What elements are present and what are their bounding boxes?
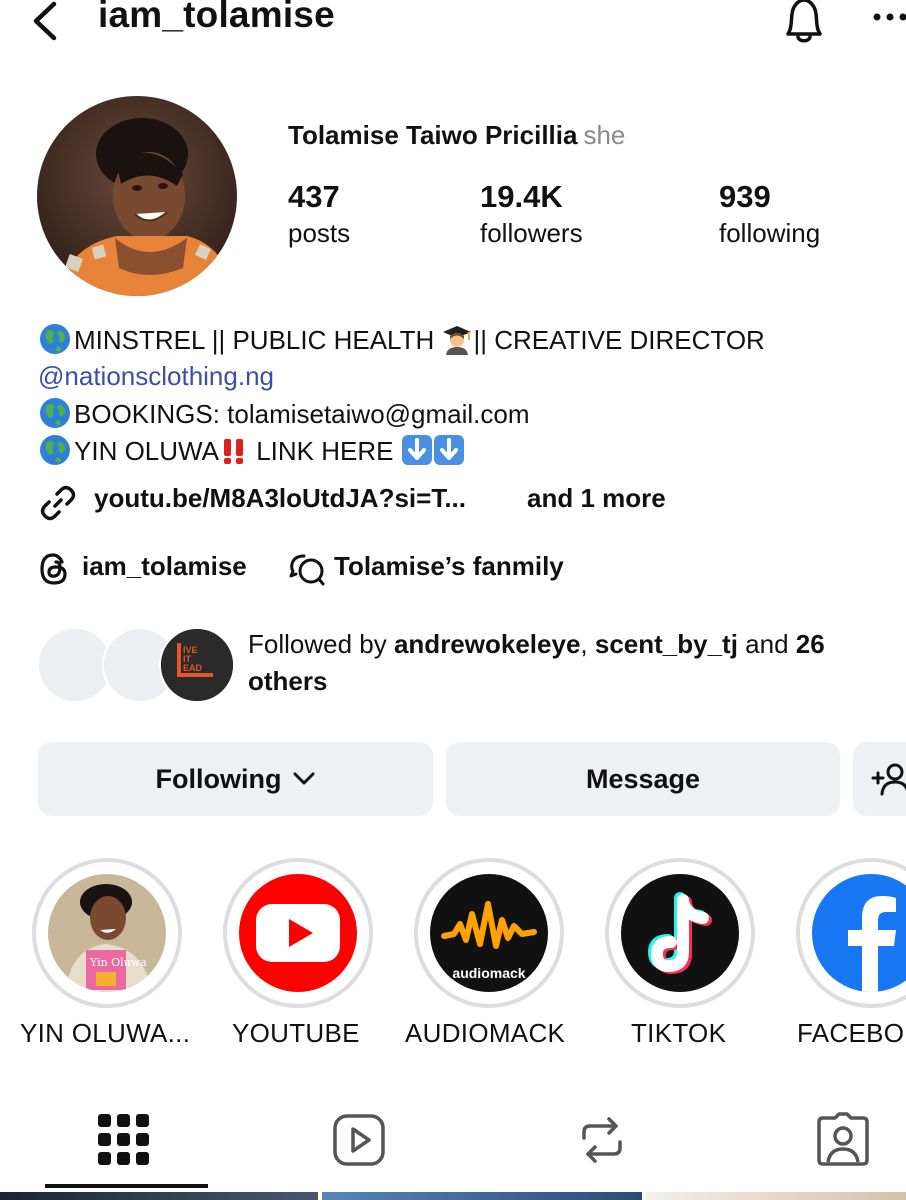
bio-mention-link[interactable]: @nationsclothing.ng (38, 359, 274, 393)
bio-line-3: BOOKINGS: tolamisetaiwo@gmail.com (38, 396, 530, 431)
facebook-icon (812, 874, 906, 992)
bio-line-3-text: BOOKINGS: tolamisetaiwo@gmail.com (74, 399, 530, 429)
highlight-youtube[interactable] (223, 858, 373, 1008)
profile-full-name: Tolamise Taiwo Pricillia she (288, 120, 625, 151)
bio-line-1: MINSTREL || PUBLIC HEALTH || CREATIVE DI… (38, 322, 765, 357)
stat-followers-value: 19.4K (480, 179, 563, 214)
bio-line-1-text-b: || CREATIVE DIRECTOR (473, 325, 765, 355)
threads-icon[interactable] (38, 552, 70, 586)
broadcast-channel-label[interactable]: Tolamise’s fanmily (334, 551, 564, 582)
highlight-audiomack[interactable]: audiomack (414, 858, 564, 1008)
down-arrow-icon (433, 434, 465, 466)
bio-line-4: YIN OLUWA LINK HERE (38, 433, 465, 468)
repost-icon (574, 1112, 630, 1168)
external-link-text[interactable]: youtu.be/M8A3loUtdJA?si=T... (94, 483, 466, 514)
threads-handle[interactable]: iam_tolamise (82, 551, 247, 582)
suggested-users-button[interactable] (853, 742, 906, 816)
bell-icon[interactable] (778, 0, 830, 44)
stat-posts-label: posts (288, 218, 351, 248)
graduate-emoji-icon (441, 323, 473, 355)
svg-text:Yin Oluwa: Yin Oluwa (89, 956, 147, 969)
down-arrow-icon (401, 434, 433, 466)
chevron-down-icon (293, 772, 315, 786)
stat-following-value: 939 (719, 179, 771, 214)
globe-icon (38, 396, 72, 430)
tiktok-icon (621, 874, 739, 992)
stat-following-label: following (719, 218, 821, 248)
bio-line-4-text-a: YIN OLUWA (74, 436, 219, 466)
followed-by-prefix: Followed by (248, 629, 394, 659)
highlight-label: YIN OLUWA... (20, 1018, 191, 1048)
stat-followers-label: followers (480, 218, 583, 248)
more-options-icon[interactable] (872, 10, 906, 24)
mutual-follower-avatar[interactable]: IVE IT EAD (159, 627, 235, 703)
full-name-text: Tolamise Taiwo Pricillia (288, 120, 578, 150)
highlight-yin-oluwa[interactable]: Yin Oluwa (32, 858, 182, 1008)
reels-play-icon (331, 1112, 387, 1168)
following-button-label: Following (155, 763, 282, 794)
stat-followers[interactable]: 19.4K followers (480, 180, 583, 252)
post-thumbnail[interactable] (0, 1192, 318, 1200)
followed-by-text[interactable]: Followed by andrewokeleye, scent_by_tj a… (248, 626, 906, 700)
message-button[interactable]: Message (446, 742, 840, 816)
post-thumbnail[interactable] (322, 1192, 642, 1200)
followed-by-sep: , (580, 629, 595, 659)
globe-icon (38, 433, 72, 467)
tab-tagged[interactable] (815, 1112, 871, 1168)
audiomack-icon: audiomack (430, 874, 548, 992)
svg-text:EAD: EAD (183, 663, 203, 673)
double-exclamation-icon (219, 436, 249, 466)
globe-icon (38, 322, 72, 356)
chat-bubbles-icon[interactable] (288, 552, 326, 586)
bio-line-1-text-a: MINSTREL || PUBLIC HEALTH (74, 325, 442, 355)
audiomack-wordmark: audiomack (452, 965, 525, 981)
stat-posts-value: 437 (288, 179, 340, 214)
bio-line-4-text-b: LINK HERE (256, 436, 401, 466)
mutual-user-1[interactable]: andrewokeleye (394, 629, 580, 659)
highlight-tiktok[interactable] (605, 858, 755, 1008)
active-tab-indicator (45, 1184, 208, 1188)
pronoun-text: she (583, 120, 626, 150)
highlight-label: TIKTOK (631, 1018, 727, 1048)
followed-by-and: and (737, 629, 796, 659)
tab-reposts[interactable] (574, 1112, 630, 1168)
tagged-person-icon (815, 1112, 871, 1168)
profile-username: iam_tolamise (98, 0, 335, 35)
highlight-facebook[interactable] (796, 858, 906, 1008)
post-thumbnail[interactable] (646, 1192, 906, 1200)
post-grid-preview (0, 1192, 906, 1200)
back-chevron-icon[interactable] (28, 0, 62, 42)
highlight-label: YOUTUBE (232, 1018, 360, 1048)
add-user-icon (871, 762, 906, 796)
highlight-label: FACEBO (797, 1018, 905, 1048)
following-button[interactable]: Following (38, 742, 433, 816)
profile-avatar[interactable] (37, 96, 237, 296)
highlight-label: AUDIOMACK (405, 1018, 566, 1048)
link-icon (38, 483, 78, 523)
message-button-label: Message (585, 763, 701, 794)
stat-posts[interactable]: 437 posts (288, 180, 350, 252)
stat-following[interactable]: 939 following (719, 180, 820, 252)
tab-posts-grid[interactable] (96, 1112, 152, 1168)
highlight-cover-image: Yin Oluwa (48, 874, 166, 992)
mutual-user-2[interactable]: scent_by_tj (595, 629, 738, 659)
more-links-text[interactable]: and 1 more (527, 483, 666, 514)
grid-icon (96, 1112, 152, 1168)
tab-reels[interactable] (331, 1112, 387, 1168)
youtube-icon (239, 874, 357, 992)
